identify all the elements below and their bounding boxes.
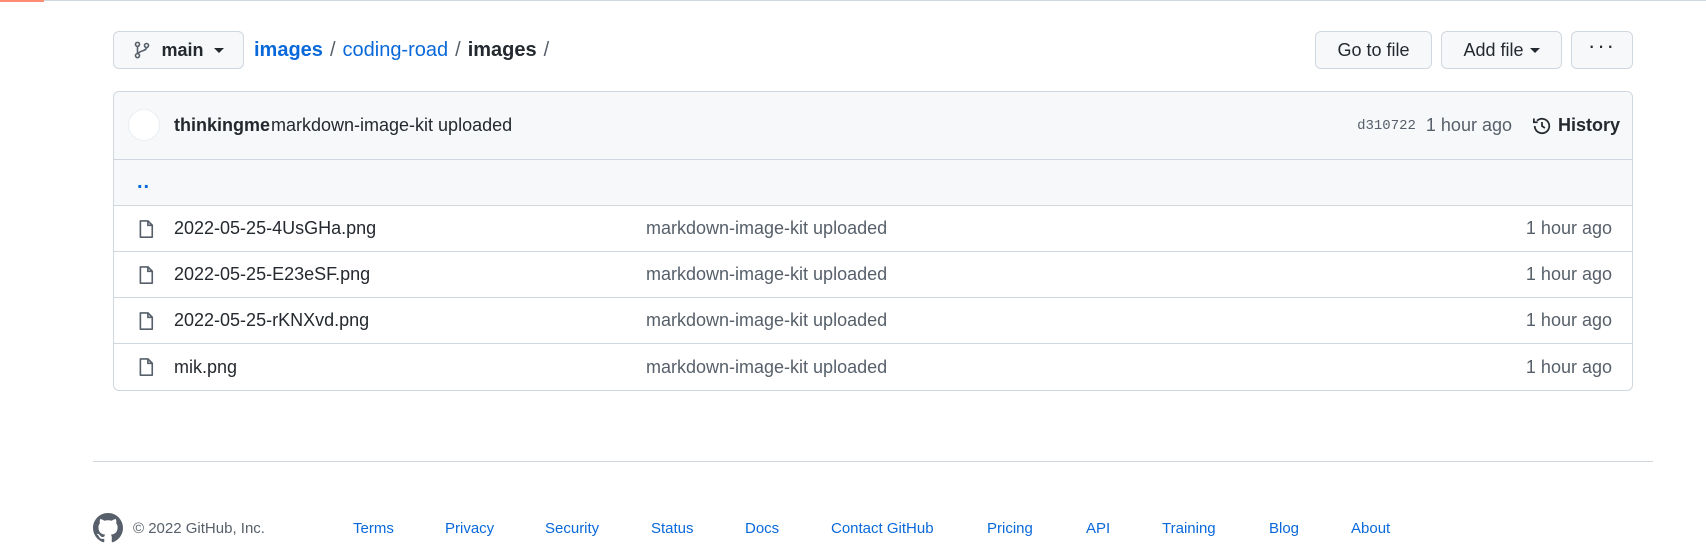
- footer-link-contact-github[interactable]: Contact GitHub: [831, 520, 934, 537]
- footer-copyright: © 2022 GitHub, Inc.: [133, 520, 265, 537]
- file-navigation: main images / coding-road / images / Go …: [113, 31, 1633, 71]
- breadcrumb: images / coding-road / images /: [254, 31, 556, 69]
- chevron-down-icon: [213, 47, 224, 53]
- breadcrumb-folder-link[interactable]: coding-road: [343, 39, 449, 62]
- file-name-link[interactable]: mik.png: [174, 357, 237, 378]
- branch-select-button[interactable]: main: [113, 31, 244, 69]
- commit-sha-link[interactable]: d310722: [1357, 118, 1416, 134]
- parent-directory-row: ..: [114, 160, 1632, 206]
- file-age: 1 hour ago: [1525, 264, 1612, 284]
- go-to-file-label: Go to file: [1337, 39, 1410, 60]
- file-icon: [139, 312, 154, 330]
- github-logo-icon[interactable]: [93, 513, 123, 543]
- file-list-box: thinkingme markdown-image-kit uploaded d…: [113, 91, 1633, 391]
- footer-link-training[interactable]: Training: [1162, 520, 1216, 537]
- commit-time: 1 hour ago: [1425, 115, 1512, 135]
- kebab-horizontal-icon: ···: [1588, 33, 1616, 58]
- file-icon: [139, 358, 154, 376]
- top-accent: [0, 0, 44, 2]
- breadcrumb-current: images: [467, 38, 537, 61]
- add-file-label: Add file: [1463, 39, 1524, 60]
- parent-directory-link[interactable]: ..: [137, 171, 150, 194]
- footer: © 2022 GitHub, Inc. Terms Privacy Securi…: [93, 511, 1653, 547]
- commit-message-link[interactable]: markdown-image-kit uploaded: [271, 115, 512, 136]
- file-icon: [139, 266, 154, 284]
- breadcrumb-separator: /: [543, 38, 550, 61]
- file-icon: [139, 220, 154, 238]
- footer-divider: [93, 461, 1653, 462]
- file-commit-message-link[interactable]: markdown-image-kit uploaded: [646, 264, 887, 285]
- footer-link-pricing[interactable]: Pricing: [987, 520, 1033, 537]
- commit-author-link[interactable]: thinkingme: [174, 115, 270, 136]
- file-name-link[interactable]: 2022-05-25-rKNXvd.png: [174, 310, 369, 331]
- footer-link-about[interactable]: About: [1351, 520, 1390, 537]
- breadcrumb-separator: /: [455, 38, 461, 61]
- breadcrumb-repo-link[interactable]: images: [254, 39, 323, 62]
- footer-link-terms[interactable]: Terms: [353, 520, 394, 537]
- file-commit-message-link[interactable]: markdown-image-kit uploaded: [646, 357, 887, 378]
- more-options-button[interactable]: ···: [1571, 31, 1633, 69]
- file-age: 1 hour ago: [1525, 218, 1612, 238]
- history-label: History: [1557, 115, 1620, 135]
- footer-link-status[interactable]: Status: [651, 520, 694, 537]
- footer-link-privacy[interactable]: Privacy: [445, 520, 494, 537]
- breadcrumb-separator: /: [329, 38, 336, 61]
- footer-link-docs[interactable]: Docs: [745, 520, 779, 537]
- file-commit-message-link[interactable]: markdown-image-kit uploaded: [646, 310, 887, 331]
- table-row: mik.png markdown-image-kit uploaded 1 ho…: [114, 344, 1632, 390]
- history-link[interactable]: History: [1532, 115, 1620, 136]
- history-icon: [1532, 117, 1551, 134]
- file-rows: 2022-05-25-4UsGHa.png markdown-image-kit…: [114, 206, 1632, 390]
- git-branch-icon: [135, 41, 150, 59]
- latest-commit-bar: thinkingme markdown-image-kit uploaded d…: [114, 92, 1632, 160]
- table-row: 2022-05-25-E23eSF.png markdown-image-kit…: [114, 252, 1632, 298]
- file-name-link[interactable]: 2022-05-25-E23eSF.png: [174, 264, 370, 285]
- footer-link-api[interactable]: API: [1086, 520, 1110, 537]
- chevron-down-icon: [1529, 47, 1540, 53]
- file-commit-message-link[interactable]: markdown-image-kit uploaded: [646, 218, 887, 239]
- table-row: 2022-05-25-4UsGHa.png markdown-image-kit…: [114, 206, 1632, 252]
- file-age: 1 hour ago: [1525, 310, 1612, 330]
- footer-link-blog[interactable]: Blog: [1269, 520, 1299, 537]
- commit-meta: d310722 1 hour ago History: [1357, 115, 1620, 136]
- top-rule: [0, 0, 1706, 1]
- branch-name: main: [161, 39, 204, 60]
- file-name-link[interactable]: 2022-05-25-4UsGHa.png: [174, 218, 376, 239]
- go-to-file-button[interactable]: Go to file: [1315, 31, 1432, 69]
- table-row: 2022-05-25-rKNXvd.png markdown-image-kit…: [114, 298, 1632, 344]
- add-file-button[interactable]: Add file: [1441, 31, 1562, 69]
- file-age: 1 hour ago: [1525, 356, 1612, 377]
- footer-link-security[interactable]: Security: [545, 520, 599, 537]
- avatar[interactable]: [128, 109, 160, 141]
